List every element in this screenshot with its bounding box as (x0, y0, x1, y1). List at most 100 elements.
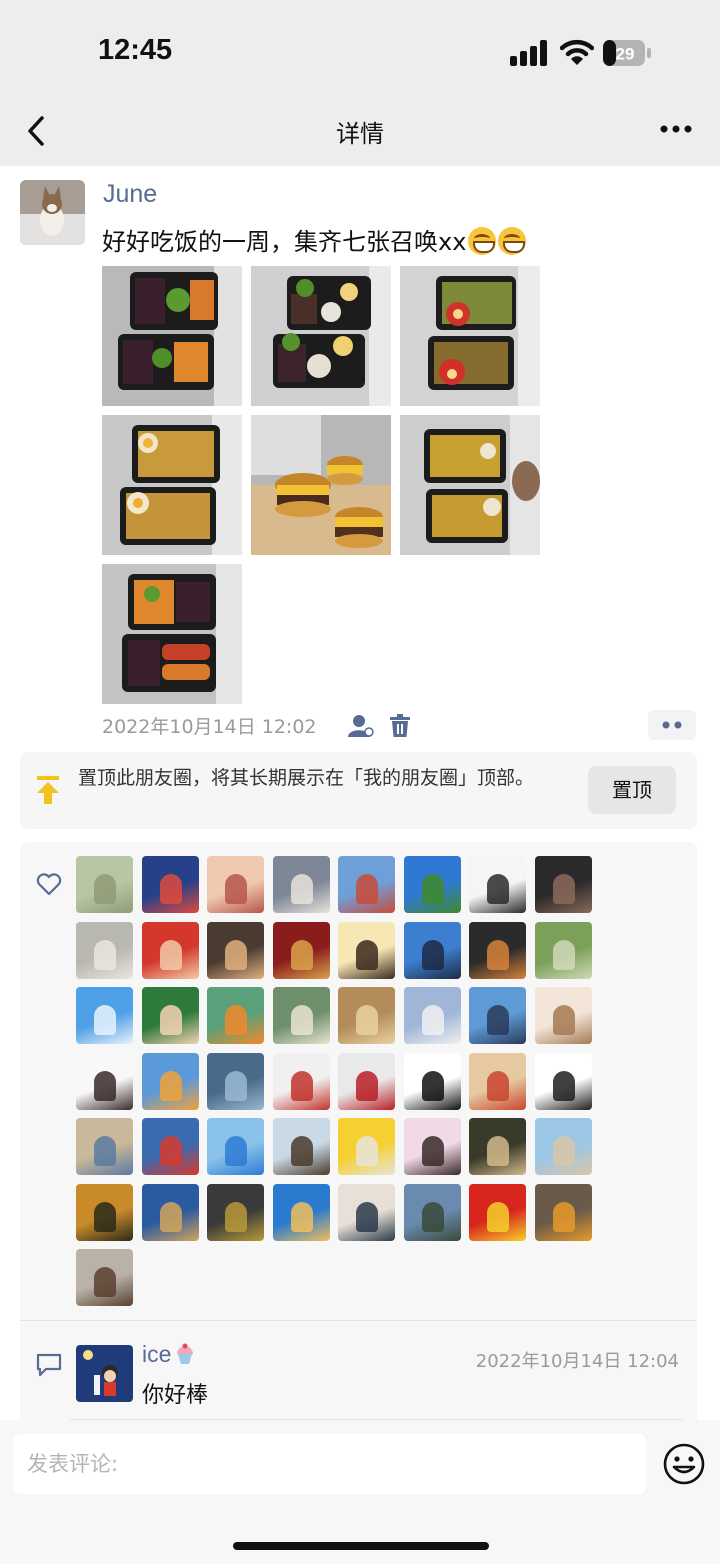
liker-avatar[interactable] (534, 921, 592, 979)
commenter-name-text: ice (142, 1341, 172, 1367)
commenter-name[interactable]: ice (142, 1341, 196, 1368)
liker-avatar[interactable] (76, 987, 133, 1044)
liker-avatar[interactable] (403, 987, 461, 1044)
commenter-avatar[interactable] (76, 1345, 133, 1402)
liker-avatar[interactable] (534, 1052, 592, 1110)
liker-avatar-figure (552, 939, 575, 970)
liker-avatar[interactable] (403, 1052, 461, 1110)
photo-2[interactable] (251, 266, 391, 406)
liker-avatar[interactable] (207, 987, 264, 1044)
liker-avatar[interactable] (469, 921, 526, 979)
liker-avatar[interactable] (76, 921, 133, 979)
pin-banner: 置顶此朋友圈，将其长期展示在「我的朋友圈」顶部。 置顶 (20, 752, 697, 829)
liker-avatar[interactable] (76, 1183, 133, 1241)
liker-avatar[interactable] (141, 987, 199, 1044)
person-icon[interactable] (348, 714, 374, 738)
liker-avatar-figure (421, 1136, 444, 1166)
liker-avatar[interactable] (338, 856, 395, 913)
liker-avatar[interactable] (272, 1052, 330, 1110)
liker-avatar[interactable] (338, 921, 395, 979)
photo-7[interactable] (102, 564, 242, 704)
liker-avatar[interactable] (534, 1118, 592, 1175)
liker-avatar-figure (290, 1005, 313, 1035)
liker-avatar[interactable] (534, 856, 592, 913)
liker-avatar[interactable] (338, 1052, 395, 1110)
liker-avatar-figure (356, 874, 378, 904)
liker-avatar[interactable] (207, 921, 264, 979)
liker-avatar[interactable] (207, 856, 264, 913)
more-icon[interactable] (658, 114, 694, 144)
liker-avatar[interactable] (272, 921, 330, 979)
liker-avatar[interactable] (207, 1052, 264, 1110)
liker-avatar[interactable] (403, 856, 461, 913)
liker-avatar[interactable] (469, 1183, 526, 1241)
liker-avatar[interactable] (76, 1118, 133, 1175)
liker-avatar[interactable] (272, 856, 330, 913)
liker-avatar[interactable] (338, 987, 395, 1044)
photo-3[interactable] (400, 266, 540, 406)
liker-avatar[interactable] (469, 1052, 526, 1110)
liker-avatar[interactable] (76, 1249, 133, 1306)
wifi-icon (560, 39, 594, 65)
photo-5[interactable] (251, 415, 391, 555)
liker-avatar-figure (225, 1070, 247, 1101)
liker-avatar-figure (94, 874, 116, 904)
likes-section (20, 842, 697, 1320)
liker-avatar[interactable] (207, 1118, 264, 1175)
liker-avatar[interactable] (207, 1183, 264, 1241)
liker-avatar[interactable] (469, 856, 526, 913)
liker-avatar-figure (356, 1201, 378, 1232)
author-avatar[interactable] (20, 180, 85, 245)
liker-avatar-figure (159, 1201, 182, 1232)
post-action-button[interactable] (648, 710, 696, 740)
liker-avatar-figure (487, 1201, 509, 1232)
photo-1[interactable] (102, 266, 242, 406)
liker-avatar-figure (159, 874, 182, 904)
battery-level: 29 (616, 45, 635, 64)
pin-button[interactable]: 置顶 (588, 766, 676, 814)
liker-avatar-figure (487, 1005, 509, 1035)
liker-avatar[interactable] (403, 1118, 461, 1175)
comment-text: 你好棒 (142, 1383, 209, 1408)
emoji-icon[interactable] (662, 1442, 706, 1486)
liker-avatar[interactable] (469, 987, 526, 1044)
liker-avatar-figure (94, 939, 116, 970)
liker-avatar[interactable] (272, 1118, 330, 1175)
shaved-ice-emoji-icon (177, 1343, 194, 1364)
post-text: 好好吃饭的一周，集齐七张召唤xx (102, 222, 527, 257)
liker-avatar[interactable] (534, 987, 592, 1044)
liker-avatar-figure (487, 939, 509, 970)
liker-avatar[interactable] (141, 1118, 199, 1175)
liker-avatar[interactable] (272, 987, 330, 1044)
photo-4[interactable] (102, 415, 242, 555)
liker-avatar[interactable] (403, 1183, 461, 1241)
liker-avatar[interactable] (469, 1118, 526, 1175)
liker-avatar-figure (421, 1070, 444, 1101)
liker-avatar-figure (94, 1136, 116, 1166)
liker-avatar[interactable] (338, 1183, 395, 1241)
liker-avatar[interactable] (76, 1052, 133, 1110)
liker-avatar[interactable] (338, 1118, 395, 1175)
liker-avatar-figure (487, 1070, 509, 1101)
photo-6[interactable] (400, 415, 540, 555)
author-name[interactable]: June (103, 180, 157, 209)
liker-avatar-figure (421, 1005, 444, 1035)
status-bar: 12:45 29 (0, 0, 720, 100)
liker-avatar[interactable] (141, 1052, 199, 1110)
liker-avatar-figure (159, 939, 182, 970)
page-title: 详情 (336, 120, 384, 148)
liker-avatar-figure (225, 1005, 247, 1035)
liker-avatar-figure (487, 1136, 509, 1166)
comment-input[interactable] (13, 1434, 646, 1494)
liker-avatar[interactable] (141, 1183, 199, 1241)
liker-avatar-figure (487, 874, 509, 904)
liker-avatar[interactable] (403, 921, 461, 979)
liker-avatar[interactable] (76, 856, 133, 913)
liker-avatar-figure (94, 1005, 116, 1035)
liker-avatar[interactable] (141, 856, 199, 913)
status-time: 12:45 (98, 34, 173, 66)
liker-avatar[interactable] (141, 921, 199, 979)
liker-avatar[interactable] (272, 1183, 330, 1241)
trash-icon[interactable] (390, 714, 410, 738)
liker-avatar[interactable] (534, 1183, 592, 1241)
